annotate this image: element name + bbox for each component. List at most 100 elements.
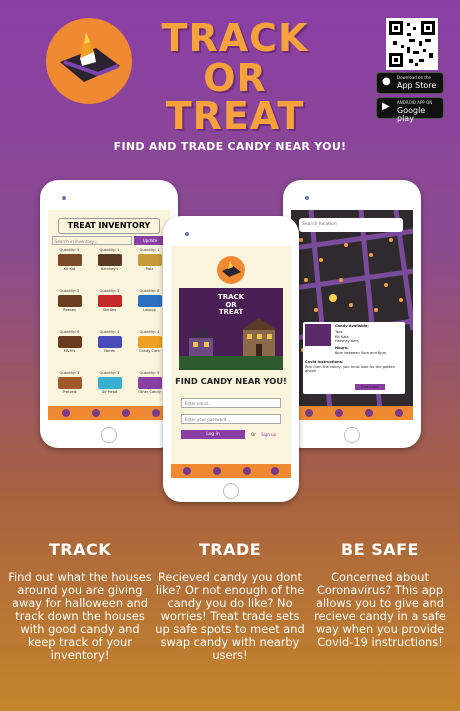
candy-image [57, 254, 82, 266]
candy-image [97, 254, 122, 266]
feature-track-text: Find out what the houses around you are … [8, 570, 152, 662]
item-quantity: Quantity: 4 [99, 330, 120, 334]
update-button[interactable]: Update [134, 236, 166, 245]
item-name: Pretzels [62, 390, 77, 394]
google-play-small-label: ANDROID APP ON [397, 100, 433, 105]
tab-bar [171, 464, 291, 478]
card-instructions: Pick from the candy, you must look for t… [305, 365, 395, 373]
signup-link[interactable]: Sign up [261, 432, 276, 437]
feature-track-title: TRACK [48, 540, 112, 559]
play-icon: ▶ [382, 101, 390, 112]
google-play-button[interactable]: ▶ ANDROID APP ON Google play [376, 97, 444, 123]
candy-corn-icon [222, 261, 241, 277]
home-button[interactable] [101, 427, 117, 443]
card-available-label: Candy Available: [335, 324, 369, 328]
candy-image [137, 377, 162, 389]
candy-image [137, 295, 162, 307]
inventory-title: TREAT INVENTORY [58, 218, 160, 234]
phone-inventory: TREAT INVENTORY Search in inventory... U… [40, 180, 178, 448]
poster: TRACK OR TREAT ● Download on the App Sto… [0, 0, 460, 711]
item-quantity: Quantity: 3 [99, 289, 120, 293]
house-thumbnail [305, 324, 331, 346]
tab-candy-icon[interactable] [92, 409, 100, 417]
phone-login: TRACK OR TREAT FIND CANDY NEAR YOU! Ente… [163, 216, 299, 502]
candy-image [57, 295, 82, 307]
tab-trade-icon[interactable] [365, 409, 373, 417]
tab-map-icon[interactable] [183, 467, 191, 475]
feature-trade-title: TRADE [198, 540, 262, 559]
password-field[interactable]: Enter your password... [181, 414, 281, 424]
feature-be-safe-text: Concerned about Coronavirus? This app al… [314, 570, 446, 649]
camera-dot [62, 196, 66, 200]
item-name: Kit Kat [63, 267, 76, 271]
candy-image [97, 295, 122, 307]
login-logo [217, 256, 245, 284]
login-artwork: TRACK OR TREAT [179, 288, 283, 370]
inventory-item[interactable]: Quantity: 3 Pretzels [50, 371, 89, 411]
inventory-item[interactable]: Quantity: 4 Nerds [90, 330, 129, 370]
inventory-item[interactable]: Quantity: 3 Skittles [90, 289, 129, 329]
item-name: Reeses [63, 308, 76, 312]
inventory-item[interactable]: Quantity: 6 M&M's [50, 330, 89, 370]
login-tagline: FIND CANDY NEAR YOU! [175, 376, 287, 386]
feature-track: TRACK Find out what the houses around yo… [5, 540, 155, 662]
item-quantity: Quantity: 1 [99, 248, 120, 252]
home-button[interactable] [344, 427, 360, 443]
email-field[interactable]: Enter email... [181, 398, 281, 408]
item-quantity: Quantity: 3 [59, 371, 80, 375]
app-store-label: App Store [397, 81, 437, 90]
inventory-item[interactable]: Quantity: 5 Kit Kat [50, 248, 89, 288]
card-hours-label: Hours: [335, 346, 349, 350]
apple-icon: ● [382, 76, 391, 87]
houses-illustration [179, 318, 283, 370]
inventory-search-input[interactable]: Search in inventory... [52, 236, 132, 245]
app-store-button[interactable]: ● Download on the App Store [376, 72, 444, 94]
inventory-item[interactable]: Quantity: 1 Hershey's [90, 248, 129, 288]
feature-trade: TRADE Recieved candy you dont like? Or n… [155, 540, 305, 662]
card-items: Twix Kit Kats Hershey bars [335, 330, 359, 343]
tab-candy-icon[interactable] [335, 409, 343, 417]
candy-image [57, 377, 82, 389]
card-instructions-label: Covid Instructions: [305, 360, 344, 364]
house-info-card: Candy Available: Twix Kit Kats Hershey b… [303, 322, 405, 394]
item-quantity: Quantity: 2 [59, 289, 80, 293]
tab-candy-icon[interactable] [213, 467, 221, 475]
card-hours: 6pm between 5pm and 8pm [335, 351, 387, 355]
tab-map-icon[interactable] [62, 409, 70, 417]
item-quantity: Quantity: 6 [59, 330, 80, 334]
tab-profile-icon[interactable] [152, 409, 160, 417]
tab-map-icon[interactable] [305, 409, 313, 417]
tab-trade-icon[interactable] [243, 467, 251, 475]
candy-image [97, 336, 122, 348]
inventory-screen: TREAT INVENTORY Search in inventory... U… [48, 210, 170, 420]
item-name: M&M's [63, 349, 76, 353]
inventory-item[interactable]: Quantity: 3 Air Head [90, 371, 129, 411]
candy-corn-icon [60, 32, 120, 82]
login-button[interactable]: Log in [181, 430, 245, 439]
camera-dot [305, 196, 309, 200]
inventory-item[interactable]: Quantity: 2 Reeses [50, 289, 89, 329]
item-name: Nerds [104, 349, 115, 353]
tab-trade-icon[interactable] [122, 409, 130, 417]
phone-map: Search location Candy Available: Twix Ki… [283, 180, 421, 448]
tagline: FIND AND TRADE CANDY NEAR YOU! [113, 140, 347, 153]
candy-image [137, 254, 162, 266]
tab-bar [48, 406, 170, 420]
map-search-input[interactable]: Search location [299, 218, 403, 232]
tab-profile-icon[interactable] [271, 467, 279, 475]
tab-profile-icon[interactable] [395, 409, 403, 417]
app-logo [46, 18, 132, 104]
qr-code[interactable] [386, 18, 438, 70]
directions-button[interactable]: Directions [355, 384, 385, 390]
item-name: Skittles [102, 308, 117, 312]
candy-image [97, 377, 122, 389]
map-screen: Search location Candy Available: Twix Ki… [291, 210, 413, 420]
title-line-3: TREAT [165, 94, 305, 138]
or-label: Or [251, 432, 256, 437]
app-store-small-label: Download on the [397, 75, 431, 80]
login-screen: TRACK OR TREAT FIND CANDY NEAR YOU! Ente… [171, 246, 291, 478]
feature-be-safe: BE SAFE Concerned about Coronavirus? Thi… [305, 540, 455, 649]
home-button[interactable] [223, 483, 239, 499]
google-play-label: Google play [397, 106, 426, 123]
tab-bar [291, 406, 413, 420]
